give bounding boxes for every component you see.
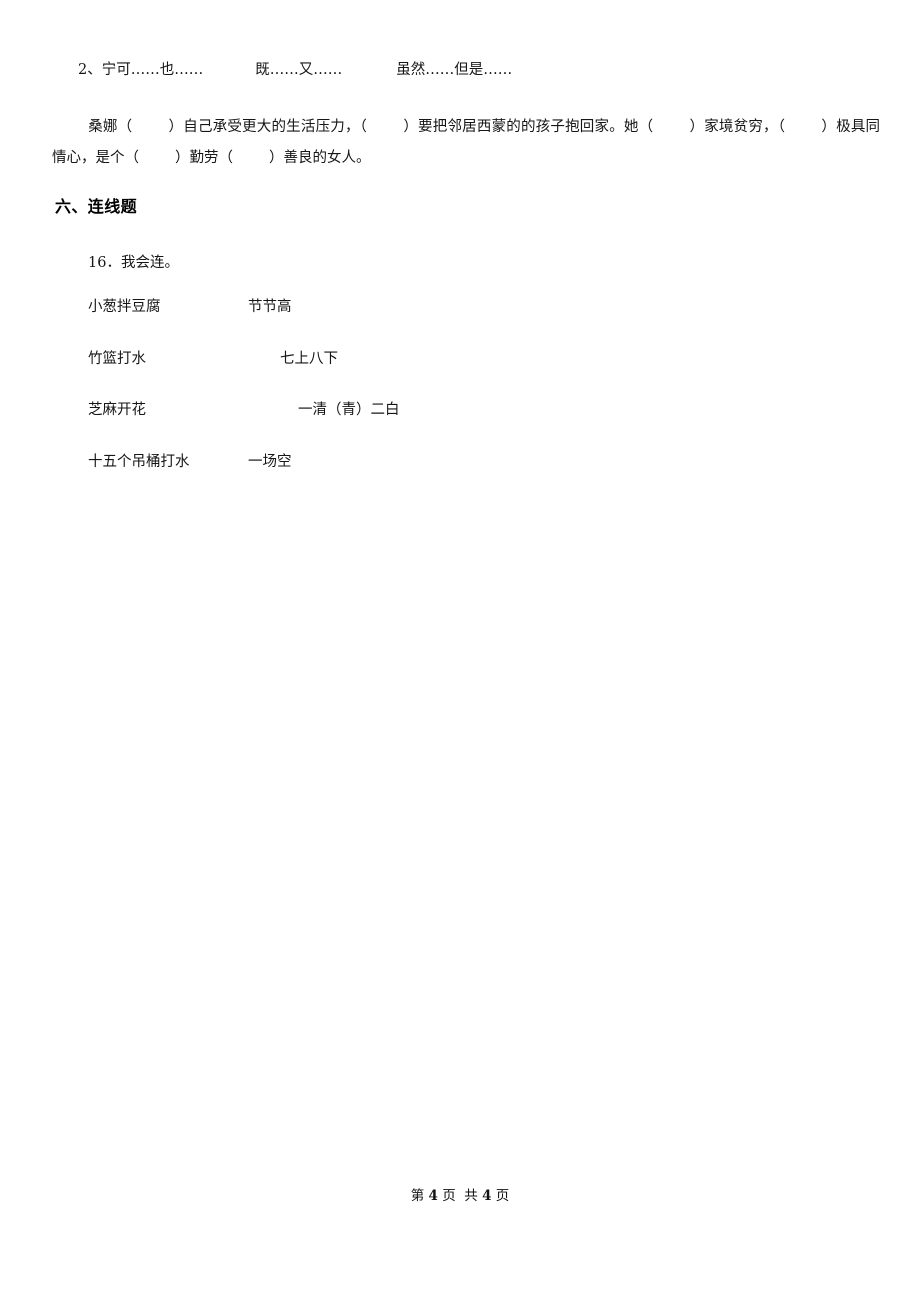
cloze-paragraph: 桑娜（ ）自己承受更大的生活压力，（ ）要把邻居西蒙的的孩子抱回家。她（ ）家境贫穷，…: [52, 112, 880, 174]
matching-right-item[interactable]: 节节高: [248, 300, 292, 315]
matching-left-item[interactable]: 小葱拌豆腐: [88, 300, 161, 315]
question-separator: ．: [106, 255, 121, 271]
question-text: 我会连。: [120, 255, 179, 271]
matching-row: 芝麻开花 一清（青）二白: [0, 403, 920, 455]
matching-row: 竹篮打水 七上八下: [0, 351, 920, 404]
conjunction-prompt-line: 2、宁可……也…… 既……又…… 虽然……但是……: [78, 63, 512, 78]
page-footer: 第 4 页 共 4 页: [0, 1188, 920, 1204]
matching-row: 小葱拌豆腐 节节高: [0, 300, 920, 352]
matching-right-item[interactable]: 七上八下: [280, 351, 338, 367]
cloze-segment-1: 桑娜（: [88, 119, 133, 135]
question-stem: 16．我会连。: [88, 256, 179, 271]
footer-current-page: 4: [428, 1188, 438, 1204]
matching-right-item[interactable]: 一清（青）二白: [298, 403, 400, 418]
conjunction-option-1: 宁可……也……: [101, 62, 204, 78]
document-page: 2、宁可……也…… 既……又…… 虽然……但是…… 桑娜（ ）自己承受更大的生活压力，…: [0, 0, 920, 1302]
section-heading-matching: 六、连线题: [55, 197, 138, 216]
question-number: 16: [88, 255, 107, 271]
matching-row: 十五个吊桶打水 一场空: [0, 454, 920, 507]
footer-middle: 页 共: [442, 1188, 478, 1204]
cloze-segment-2: ）自己承受更大的生活压力，（: [168, 119, 368, 135]
matching-left-item[interactable]: 十五个吊桶打水: [88, 454, 190, 470]
conjunction-option-2: 既……又……: [255, 62, 343, 78]
matching-left-item[interactable]: 芝麻开花: [88, 403, 146, 418]
footer-suffix: 页: [495, 1188, 510, 1204]
cloze-segment-4: ）家境贫穷，（: [689, 119, 786, 135]
cloze-segment-7: ）善良的女人。: [269, 150, 371, 166]
cloze-segment-6: ）勤劳（: [175, 150, 233, 166]
matching-left-item[interactable]: 竹篮打水: [88, 351, 146, 367]
footer-total-pages: 4: [482, 1188, 492, 1204]
conjunction-option-3: 虽然……但是……: [396, 62, 513, 78]
footer-prefix: 第: [410, 1188, 425, 1204]
matching-exercise: 小葱拌豆腐 节节高 竹篮打水 七上八下 芝麻开花 一清（青）二白 十五个吊桶打水…: [0, 300, 920, 500]
matching-right-item[interactable]: 一场空: [248, 454, 292, 470]
prompt-number: 2、: [78, 62, 102, 78]
cloze-segment-3: ）要把邻居西蒙的的孩子抱回家。她（: [403, 119, 654, 135]
